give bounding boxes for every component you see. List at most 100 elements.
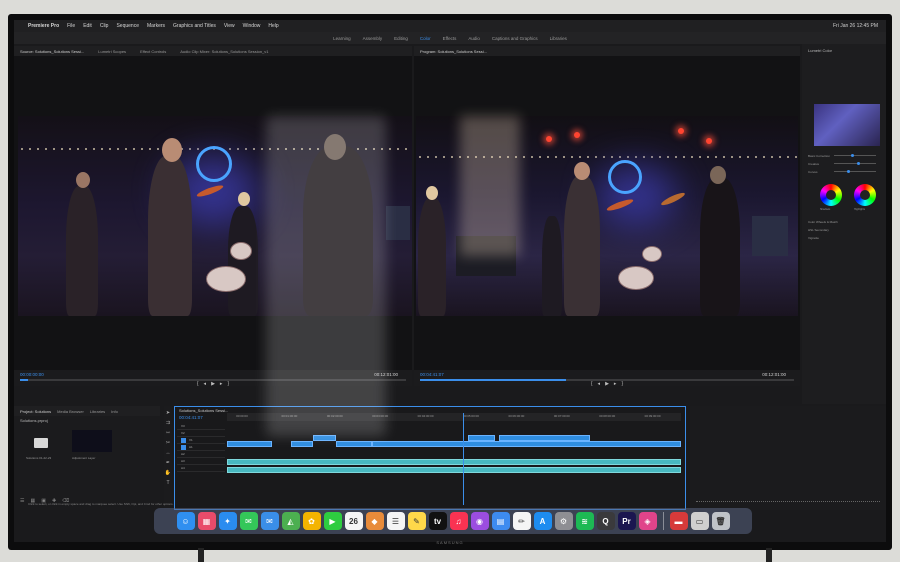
razor-tool-icon[interactable]: ✂ bbox=[166, 440, 170, 446]
dock-messages-icon[interactable]: ✉ bbox=[239, 512, 258, 530]
tab-info[interactable]: Info bbox=[111, 409, 118, 414]
dock-launchpad-icon[interactable]: ▦ bbox=[197, 512, 216, 530]
audio-clip[interactable] bbox=[227, 467, 681, 473]
dock-freeform-icon[interactable]: ✏ bbox=[512, 512, 531, 530]
tab-lumetri-scopes[interactable]: Lumetri Scopes bbox=[98, 49, 126, 54]
workspace-color[interactable]: Color bbox=[420, 36, 431, 41]
menu-view[interactable]: View bbox=[224, 23, 235, 29]
dock-quicktime-icon[interactable]: Q bbox=[596, 512, 615, 530]
play-icon[interactable]: ▶ bbox=[211, 381, 215, 387]
dock-podcasts-icon[interactable]: ◉ bbox=[470, 512, 489, 530]
menu-help[interactable]: Help bbox=[268, 23, 278, 29]
dock-system-settings-icon[interactable]: ⚙ bbox=[554, 512, 573, 530]
step-forward-icon[interactable]: ▸ bbox=[614, 381, 617, 387]
menu-window[interactable]: Window bbox=[243, 23, 261, 29]
track-header[interactable]: A4 bbox=[177, 465, 225, 472]
workspace-learning[interactable]: Learning bbox=[333, 36, 351, 41]
track-header[interactable]: V1 bbox=[177, 437, 225, 444]
dock-finder-icon[interactable]: ☺ bbox=[176, 512, 195, 530]
mark-in-icon[interactable]: { bbox=[197, 381, 199, 387]
dock-notes-icon[interactable]: ✎ bbox=[407, 512, 426, 530]
menu-clock[interactable]: Fri Jan 26 12:45 PM bbox=[833, 23, 878, 29]
dock-facetime-icon[interactable]: ▶ bbox=[323, 512, 342, 530]
dock-mail-icon[interactable]: ✉ bbox=[260, 512, 279, 530]
lumetri-row[interactable]: Color Wheels & Match bbox=[808, 220, 880, 224]
pen-tool-icon[interactable]: ✒ bbox=[166, 460, 170, 466]
timeline-timecode[interactable]: 00:04:41:07 bbox=[179, 415, 203, 420]
mark-out-icon[interactable]: } bbox=[227, 381, 229, 387]
track-header[interactable]: A1 bbox=[177, 444, 225, 451]
selection-tool-icon[interactable]: ➤ bbox=[166, 410, 170, 416]
step-back-icon[interactable]: ◂ bbox=[598, 381, 601, 387]
timeline-panel[interactable]: Solutions_Solutions Sessi... 00:04:41:07… bbox=[174, 406, 686, 510]
workspace-captions[interactable]: Captions and Graphics bbox=[492, 36, 538, 41]
tab-project[interactable]: Project: Solutions bbox=[20, 409, 51, 414]
lumetri-row[interactable]: Creative bbox=[808, 162, 880, 166]
dock-notes-brown-icon[interactable]: ◆ bbox=[365, 512, 384, 530]
sequence-tab[interactable]: Solutions_Solutions Sessi... bbox=[179, 408, 228, 413]
hand-tool-icon[interactable]: ✋ bbox=[165, 470, 171, 476]
track-header[interactable]: A3 bbox=[177, 458, 225, 465]
video-clip[interactable] bbox=[335, 441, 373, 447]
mark-in-icon[interactable]: { bbox=[591, 381, 593, 387]
track-header[interactable]: V3 bbox=[177, 423, 225, 430]
ripple-edit-icon[interactable]: ⇿ bbox=[166, 430, 170, 436]
lumetri-row[interactable]: Vignette bbox=[808, 236, 880, 240]
tab-audio-clip-mixer[interactable]: Audio Clip Mixer: Solutions_Solutions Se… bbox=[180, 49, 268, 54]
dock-downloads-icon[interactable]: ▬ bbox=[669, 512, 688, 530]
menu-edit[interactable]: Edit bbox=[83, 23, 92, 29]
menu-graphics[interactable]: Graphics and Titles bbox=[173, 23, 216, 29]
dock-safari-icon[interactable]: ✦ bbox=[218, 512, 237, 530]
lumetri-row[interactable]: HSL Secondary bbox=[808, 228, 880, 232]
tab-libraries[interactable]: Libraries bbox=[90, 409, 105, 414]
workspace-libraries[interactable]: Libraries bbox=[550, 36, 567, 41]
tab-source[interactable]: Source: Solutions_Solutions Sessi... bbox=[20, 49, 84, 54]
step-forward-icon[interactable]: ▸ bbox=[220, 381, 223, 387]
dock-app-store-icon[interactable]: A bbox=[533, 512, 552, 530]
video-clip[interactable] bbox=[290, 441, 314, 447]
workspace-effects[interactable]: Effects bbox=[443, 36, 457, 41]
folder-icon[interactable] bbox=[34, 438, 48, 448]
playhead[interactable] bbox=[463, 413, 464, 505]
tab-effect-controls[interactable]: Effect Controls bbox=[140, 49, 166, 54]
menu-markers[interactable]: Markers bbox=[147, 23, 165, 29]
track-select-icon[interactable]: ⇉ bbox=[166, 420, 170, 426]
audio-clip[interactable] bbox=[227, 459, 681, 465]
video-clip[interactable] bbox=[227, 441, 273, 447]
workspace-audio[interactable]: Audio bbox=[468, 36, 480, 41]
highlights-color-wheel[interactable] bbox=[854, 184, 876, 206]
source-timecode[interactable]: 00:00:00:00 bbox=[20, 372, 44, 377]
workspace-assembly[interactable]: Assembly bbox=[363, 36, 383, 41]
dock-spotify-icon[interactable]: ≋ bbox=[575, 512, 594, 530]
app-menu[interactable]: Premiere Pro bbox=[28, 23, 59, 29]
list-view-icon[interactable]: ☰ bbox=[20, 498, 24, 504]
dock-reminders-icon[interactable]: ☰ bbox=[386, 512, 405, 530]
dock-documents-icon[interactable]: ▭ bbox=[690, 512, 709, 530]
dock-keynote-icon[interactable]: ▤ bbox=[491, 512, 510, 530]
program-timecode[interactable]: 00:04:41:07 bbox=[420, 372, 444, 377]
play-icon[interactable]: ▶ bbox=[605, 381, 609, 387]
tab-media-browser[interactable]: Media Browser bbox=[57, 409, 84, 414]
dock-maps-icon[interactable]: ◭ bbox=[281, 512, 300, 530]
video-clip[interactable] bbox=[372, 441, 681, 447]
dock-music-icon[interactable]: ♫ bbox=[449, 512, 468, 530]
dock-trash-icon[interactable]: 🗑 bbox=[711, 512, 730, 530]
track-header[interactable]: V2 bbox=[177, 430, 225, 437]
lumetri-row[interactable]: Curves bbox=[808, 170, 880, 174]
dock-calendar-icon[interactable]: 26 bbox=[344, 512, 363, 530]
workspace-editing[interactable]: Editing bbox=[394, 36, 408, 41]
dock-apple-tv-icon[interactable]: tv bbox=[428, 512, 447, 530]
shadows-color-wheel[interactable] bbox=[820, 184, 842, 206]
step-back-icon[interactable]: ◂ bbox=[204, 381, 207, 387]
dock-premiere-pro-icon[interactable]: Pr bbox=[617, 512, 636, 530]
lumetri-row[interactable]: Basic Correction bbox=[808, 154, 880, 158]
tab-program[interactable]: Program: Solutions_Solutions Sessi... bbox=[420, 49, 487, 54]
mark-out-icon[interactable]: } bbox=[621, 381, 623, 387]
menu-clip[interactable]: Clip bbox=[100, 23, 109, 29]
adjustment-layer-thumbnail[interactable] bbox=[72, 430, 112, 452]
track-header[interactable]: A2 bbox=[177, 451, 225, 458]
menu-sequence[interactable]: Sequence bbox=[116, 23, 139, 29]
type-tool-icon[interactable]: T bbox=[166, 480, 169, 486]
menu-file[interactable]: File bbox=[67, 23, 75, 29]
dock-photos-icon[interactable]: ✿ bbox=[302, 512, 321, 530]
